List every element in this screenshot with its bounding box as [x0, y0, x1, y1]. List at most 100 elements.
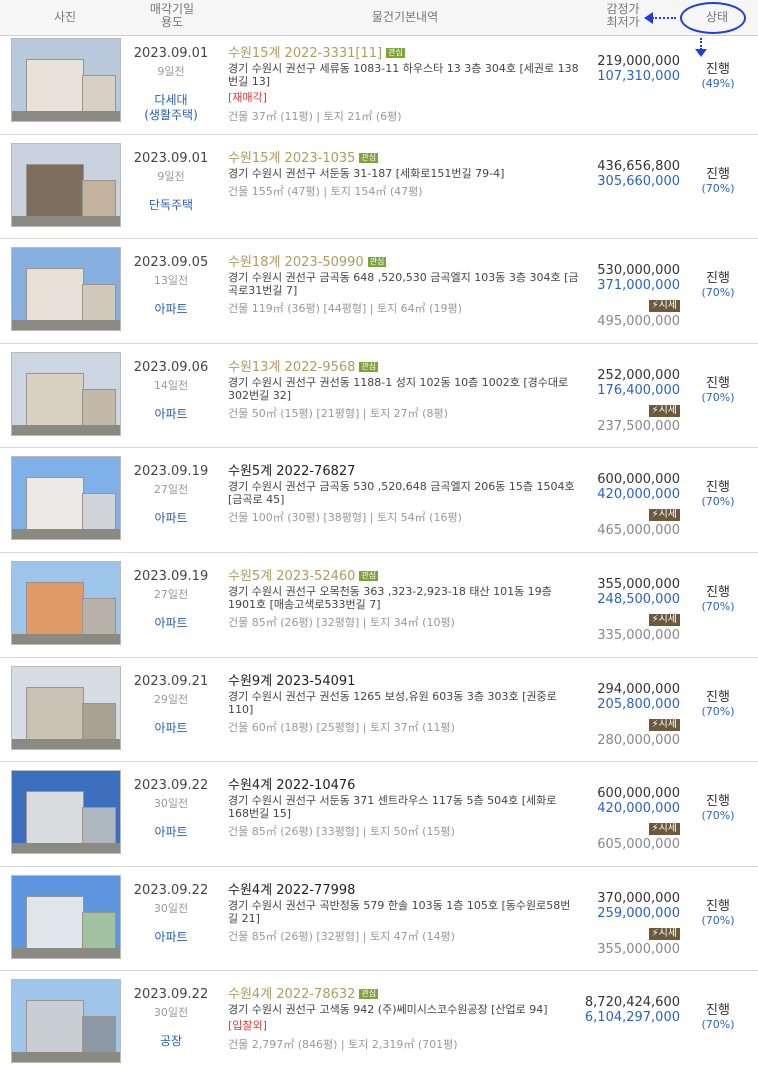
- market-price-badge[interactable]: ⚡시세: [648, 927, 680, 940]
- status-text: 진행: [706, 62, 730, 77]
- property-use[interactable]: 아파트: [128, 302, 214, 317]
- market-price-badge[interactable]: ⚡시세: [648, 404, 680, 417]
- property-use[interactable]: 공장: [128, 1034, 214, 1049]
- table-row[interactable]: 2023.09.19 27일전 아파트 수원5계 2022-76827 경기 수…: [0, 448, 758, 553]
- table-row[interactable]: 2023.09.01 9일전 다세대 (생활주택) 수원15계 2022-3331…: [0, 30, 758, 135]
- property-address: 경기 수원시 권선구 서둔동 31-187 [세화로151번길 79-4]: [228, 166, 505, 180]
- status-text: 진행: [706, 584, 730, 600]
- case-number-link[interactable]: 수원5계 2023-52460: [228, 569, 355, 584]
- header-info: 물건기본내역: [371, 10, 439, 24]
- status-column: 진행 (70%): [686, 999, 750, 1031]
- property-photo[interactable]: [11, 38, 121, 122]
- interest-badge: 관심: [359, 570, 379, 581]
- market-price-badge[interactable]: ⚡시세: [648, 718, 680, 731]
- sale-date: 2023.09.22: [133, 987, 209, 1003]
- property-use-line2: (생활주택): [144, 108, 198, 122]
- annotation-arrow-left-head: [644, 12, 653, 24]
- case-number-link[interactable]: 수원15계 2022-3331[11]: [228, 46, 382, 61]
- appraisal-price: 252,000,000: [597, 367, 680, 383]
- table-row[interactable]: 2023.09.06 14일전 아파트 수원13계 2022-9568 관심 경기…: [0, 344, 758, 449]
- table-row[interactable]: 2023.09.22 30일전 아파트 수원4계 2022-10476 경기 수…: [0, 762, 758, 867]
- property-area: 건물 2,797㎡ (846평) | 토지 2,319㎡ (701평): [228, 1038, 458, 1052]
- price-column: 600,000,000 420,000,000 ⚡시세 465,000,000: [560, 472, 680, 538]
- property-photo[interactable]: [11, 770, 121, 855]
- market-price-badge[interactable]: ⚡시세: [648, 823, 680, 836]
- minimum-price: 420,000,000: [597, 801, 680, 817]
- min-price-percent: (70%): [701, 913, 735, 927]
- property-photo[interactable]: [11, 874, 121, 959]
- property-use[interactable]: 아파트: [128, 825, 214, 840]
- property-photo[interactable]: [11, 247, 121, 332]
- table-row[interactable]: 2023.09.01 9일전 단독주택 수원15계 2023-1035 관심 경기…: [0, 135, 758, 240]
- property-info: 수원18계 2023-50990 관심 경기 수원시 권선구 금곡동 648 ,5…: [228, 251, 580, 316]
- date-column: 2023.09.01 9일전 단독주택: [128, 151, 214, 213]
- property-use[interactable]: 단독주택: [128, 198, 214, 213]
- min-price-percent: (70%): [701, 495, 735, 509]
- property-photo[interactable]: [11, 456, 121, 541]
- property-photo[interactable]: [11, 560, 121, 645]
- price-column: 294,000,000 205,800,000 ⚡시세 280,000,000: [560, 682, 680, 748]
- min-price-percent: (70%): [701, 390, 735, 404]
- days-ago: 30일전: [153, 1006, 189, 1020]
- days-ago: 9일전: [157, 169, 185, 183]
- market-price-badge[interactable]: ⚡시세: [648, 300, 680, 313]
- market-price: 605,000,000: [597, 837, 680, 853]
- market-price: 280,000,000: [597, 732, 680, 748]
- property-address: 경기 수원시 권선구 금곡동 530 ,520,648 금곡엘지 206동 15…: [228, 480, 575, 507]
- property-use-line1: 다세대: [154, 93, 188, 107]
- property-info: 수원5계 2023-52460 관심 경기 수원시 권선구 오목천동 363 ,3…: [228, 565, 580, 630]
- property-info: 수원4계 2022-10476 경기 수원시 권선구 서둔동 371 센트라우스…: [228, 774, 580, 839]
- auction-list: 2023.09.01 9일전 다세대 (생활주택) 수원15계 2022-3331…: [0, 30, 758, 1065]
- status-text: 진행: [706, 794, 730, 810]
- property-use-line1: 아파트: [154, 720, 188, 735]
- market-price-badge[interactable]: ⚡시세: [648, 613, 680, 626]
- market-price: 335,000,000: [597, 627, 680, 643]
- case-number-link[interactable]: 수원15계 2023-1035: [228, 151, 355, 166]
- table-row[interactable]: 2023.09.21 29일전 아파트 수원9계 2023-54091 경기 수…: [0, 658, 758, 763]
- status-column: 진행 (70%): [686, 267, 750, 299]
- price-column: 252,000,000 176,400,000 ⚡시세 237,500,000: [560, 368, 680, 434]
- status-text: 진행: [706, 480, 730, 496]
- min-price-percent: (70%): [701, 704, 735, 718]
- case-number-link[interactable]: 수원9계 2023-54091: [228, 674, 355, 689]
- sale-date: 2023.09.21: [133, 673, 209, 689]
- days-ago: 29일전: [153, 692, 189, 706]
- case-number-link[interactable]: 수원18계 2023-50990: [228, 255, 364, 270]
- sale-date: 2023.09.05: [133, 255, 209, 271]
- market-price-badge[interactable]: ⚡시세: [648, 509, 680, 522]
- property-use[interactable]: 아파트: [128, 930, 214, 945]
- minimum-price: 205,800,000: [597, 696, 680, 712]
- header-date: 매각기일 용도: [132, 3, 212, 29]
- property-photo[interactable]: [11, 665, 121, 750]
- table-row[interactable]: 2023.09.19 27일전 아파트 수원5계 2023-52460 관심 경기…: [0, 553, 758, 658]
- property-use[interactable]: 다세대 (생활주택): [128, 93, 214, 123]
- days-ago: 30일전: [153, 901, 189, 915]
- property-use[interactable]: 아파트: [128, 616, 214, 631]
- case-number-link[interactable]: 수원4계 2022-10476: [228, 778, 355, 793]
- days-ago: 14일전: [153, 378, 189, 392]
- property-area: 건물 60㎡ (18평) [25평형] | 토지 37㎡ (11평): [228, 720, 455, 734]
- status-text: 진행: [706, 1003, 730, 1019]
- property-use[interactable]: 아파트: [128, 407, 214, 422]
- property-use-line1: 아파트: [154, 825, 188, 840]
- property-photo[interactable]: [11, 979, 121, 1064]
- property-photo[interactable]: [11, 142, 121, 227]
- price-column: 8,720,424,600 6,104,297,000: [560, 995, 680, 1025]
- table-row[interactable]: 2023.09.22 30일전 아파트 수원4계 2022-77998 경기 수…: [0, 867, 758, 972]
- case-number-link[interactable]: 수원13계 2022-9568: [228, 360, 355, 375]
- property-address: 경기 수원시 권선구 곡반정동 579 한솔 103동 1층 105호 [동수원…: [228, 898, 571, 925]
- table-row[interactable]: 2023.09.22 30일전 공장 수원4계 2022-78632 관심 경기 …: [0, 971, 758, 1065]
- property-use[interactable]: 아파트: [128, 511, 214, 526]
- property-use[interactable]: 아파트: [128, 721, 214, 736]
- property-info: 수원4계 2022-78632 관심 경기 수원시 권선구 고색동 942 (주)…: [228, 983, 580, 1052]
- appraisal-price: 600,000,000: [597, 786, 680, 802]
- case-number-link[interactable]: 수원4계 2022-77998: [228, 883, 355, 898]
- property-info: 수원13계 2022-9568 관심 경기 수원시 권선구 권선동 1188-1 …: [228, 356, 580, 421]
- property-photo[interactable]: [11, 351, 121, 436]
- appraisal-price: 8,720,424,600: [584, 995, 680, 1011]
- case-number-link[interactable]: 수원5계 2022-76827: [228, 464, 355, 479]
- case-number-link[interactable]: 수원4계 2022-78632: [228, 987, 355, 1002]
- appraisal-price: 600,000,000: [597, 472, 680, 488]
- table-row[interactable]: 2023.09.05 13일전 아파트 수원18계 2023-50990 관심 경…: [0, 239, 758, 344]
- market-price: 237,500,000: [597, 418, 680, 434]
